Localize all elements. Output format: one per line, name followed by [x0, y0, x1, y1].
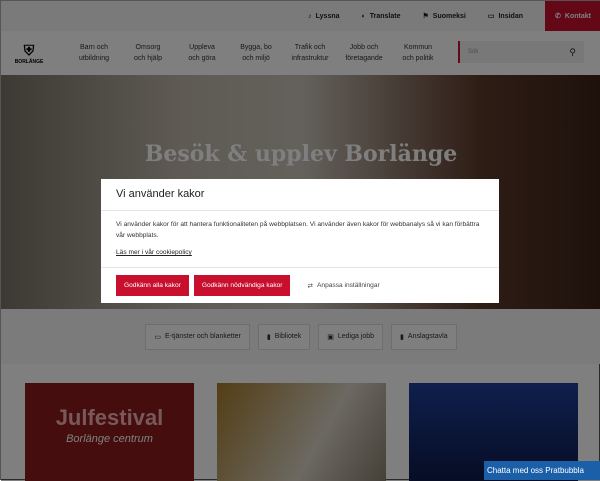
dialog-body: Vi använder kakor för att hantera funkti…: [116, 221, 480, 239]
accept-all-button[interactable]: Godkänn alla kakor: [116, 275, 189, 296]
cookie-policy-link[interactable]: Läs mer i vår cookiepolicy: [116, 247, 484, 258]
cookie-dialog: Vi använder kakor Vi använder kakor för …: [101, 179, 499, 303]
dialog-title: Vi använder kakor: [101, 179, 499, 211]
sliders-icon: ⇄: [307, 282, 314, 290]
chat-bubble-icon: Pratbubbla: [545, 466, 584, 475]
customize-settings-button[interactable]: ⇄ Anpassa inställningar: [307, 282, 379, 290]
chat-button[interactable]: Chatta med oss Pratbubbla: [484, 461, 600, 480]
accept-necessary-button[interactable]: Godkänn nödvändiga kakor: [193, 275, 291, 296]
